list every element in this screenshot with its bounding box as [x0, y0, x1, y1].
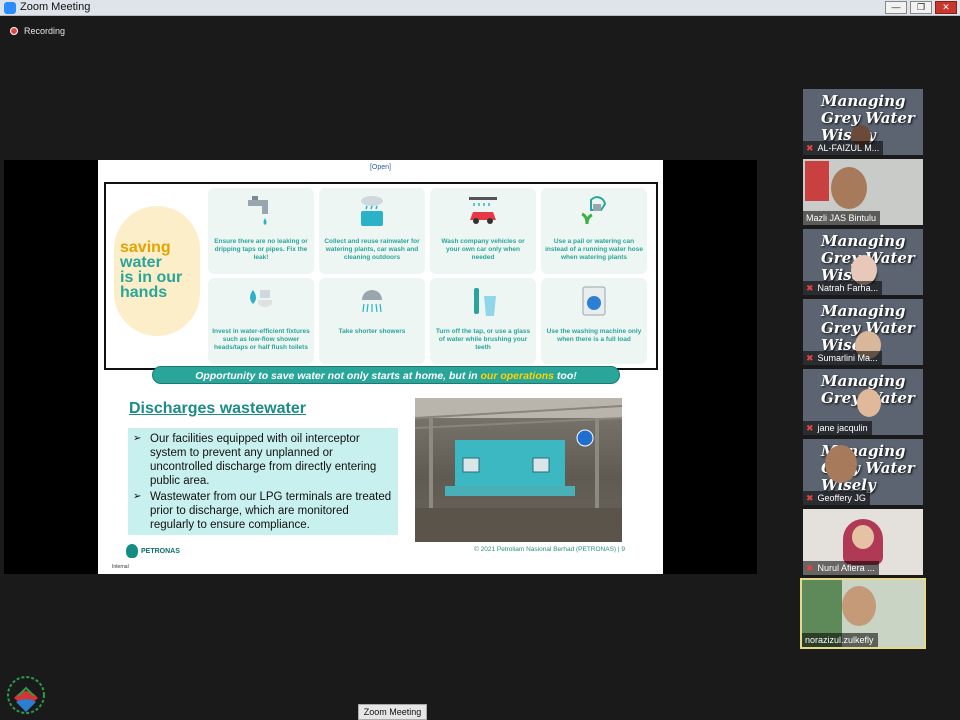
shower-head-icon	[362, 290, 382, 313]
tip-watering-can: Use a pail or watering can instead of a …	[541, 188, 647, 274]
copyright-text: © 2021 Petroliam Nasional Berhad (PETRON…	[474, 546, 625, 553]
bullet-item: Wastewater from our LPG terminals are tr…	[133, 490, 394, 532]
close-button[interactable]: ✕	[935, 1, 957, 14]
background-poster	[805, 161, 829, 201]
tip-efficient-fixtures: Invest in water-efficient fixtures such …	[208, 278, 314, 364]
tip-turn-off-tap: Turn off the tap, or use a glass of wate…	[430, 278, 536, 364]
zoom-app-icon	[4, 2, 16, 14]
internal-label: Internal	[112, 564, 129, 570]
oil-interceptor-photo	[415, 398, 622, 542]
tip-washing-machine: Use the washing machine only when there …	[541, 278, 647, 364]
tip-rainwater: Collect and reuse rainwater for watering…	[319, 188, 425, 274]
bullet-item: Our facilities equipped with oil interce…	[133, 432, 394, 488]
participant-video	[831, 167, 867, 209]
saving-water-title: saving water is in our hands	[120, 239, 183, 301]
mic-muted-icon: ✖	[806, 353, 814, 363]
petronas-logo: PETRONAS	[126, 544, 180, 558]
title-bar: Zoom Meeting — ❐ ✕	[0, 0, 960, 16]
mic-muted-icon: ✖	[806, 493, 814, 503]
participant-name: Mazli JAS Bintulu	[803, 211, 881, 225]
opportunity-banner: Opportunity to save water not only start…	[152, 366, 620, 384]
toothbrush-glass-icon	[474, 288, 496, 316]
saving-water-infographic: saving water is in our hands Ensure ther…	[104, 182, 658, 370]
participant-name: ✖ AL-FAIZUL M...	[803, 141, 884, 155]
petronas-mark-icon	[126, 544, 138, 558]
participant-tile-active-speaker[interactable]: norazizul.zulkefly	[800, 578, 926, 649]
participant-name: ✖ Geoffery JG	[803, 491, 870, 505]
participant-tile[interactable]: Managing Grey Water Wisely ✖ Sumarlini Ma…	[803, 299, 923, 365]
mic-muted-icon: ✖	[806, 423, 814, 433]
restore-button[interactable]: ❐	[910, 1, 932, 14]
participant-tile[interactable]: Managing Grey Water Wisely ✖ Geoffery JG	[803, 439, 923, 505]
bullet-box: Our facilities equipped with oil interce…	[128, 428, 398, 535]
record-icon	[10, 27, 18, 35]
tip-fix-leak: Ensure there are no leaking or dripping …	[208, 188, 314, 274]
participant-tile[interactable]: ✖ Nurul Afiera ...	[803, 509, 923, 575]
zoom-meeting-tooltip: Zoom Meeting	[358, 704, 427, 720]
participant-tile[interactable]: Mazli JAS Bintulu	[803, 159, 923, 225]
participant-name: ✖ Natrah Farha...	[803, 281, 883, 295]
recording-label: Recording	[24, 26, 66, 36]
window-title: Zoom Meeting	[20, 1, 91, 13]
section-title: Discharges wastewater	[129, 400, 306, 417]
participant-tile[interactable]: Managing Grey Water ✖ jane jacqulin	[803, 369, 923, 435]
mic-muted-icon: ✖	[806, 143, 814, 153]
organization-logo	[7, 676, 45, 714]
participant-name: ✖ Sumarlini Ma...	[803, 351, 882, 365]
participant-tile[interactable]: Managing Grey Water Wisely ✖ AL-FAIZUL M.…	[803, 89, 923, 155]
recording-indicator[interactable]: Recording	[10, 26, 65, 36]
car-wash-icon	[469, 197, 497, 224]
toilet-icon	[250, 290, 272, 307]
rain-barrel-icon	[361, 196, 383, 226]
facility-illustration	[415, 398, 622, 542]
watering-can-icon	[581, 196, 607, 225]
participant-video	[825, 445, 857, 483]
participant-name: ✖ Nurul Afiera ...	[803, 561, 879, 575]
participant-tile[interactable]: Managing Grey Water Wisely ✖ Natrah Farha…	[803, 229, 923, 295]
classification-label: [Open]	[369, 164, 391, 171]
participant-name: norazizul.zulkefly	[802, 633, 878, 647]
mic-muted-icon: ✖	[806, 283, 814, 293]
washing-machine-icon	[582, 286, 606, 316]
participant-video	[857, 389, 881, 417]
presentation-slide: [Open] saving water is in our hands Ensu…	[98, 160, 663, 574]
dripping-tap-icon	[248, 196, 268, 225]
tip-shorter-showers: Take shorter showers	[319, 278, 425, 364]
participant-name: ✖ jane jacqulin	[803, 421, 872, 435]
mic-muted-icon: ✖	[806, 563, 814, 573]
tip-car-wash: Wash company vehicles or your own car on…	[430, 188, 536, 274]
participant-video	[842, 586, 876, 626]
minimize-button[interactable]: —	[885, 1, 907, 14]
